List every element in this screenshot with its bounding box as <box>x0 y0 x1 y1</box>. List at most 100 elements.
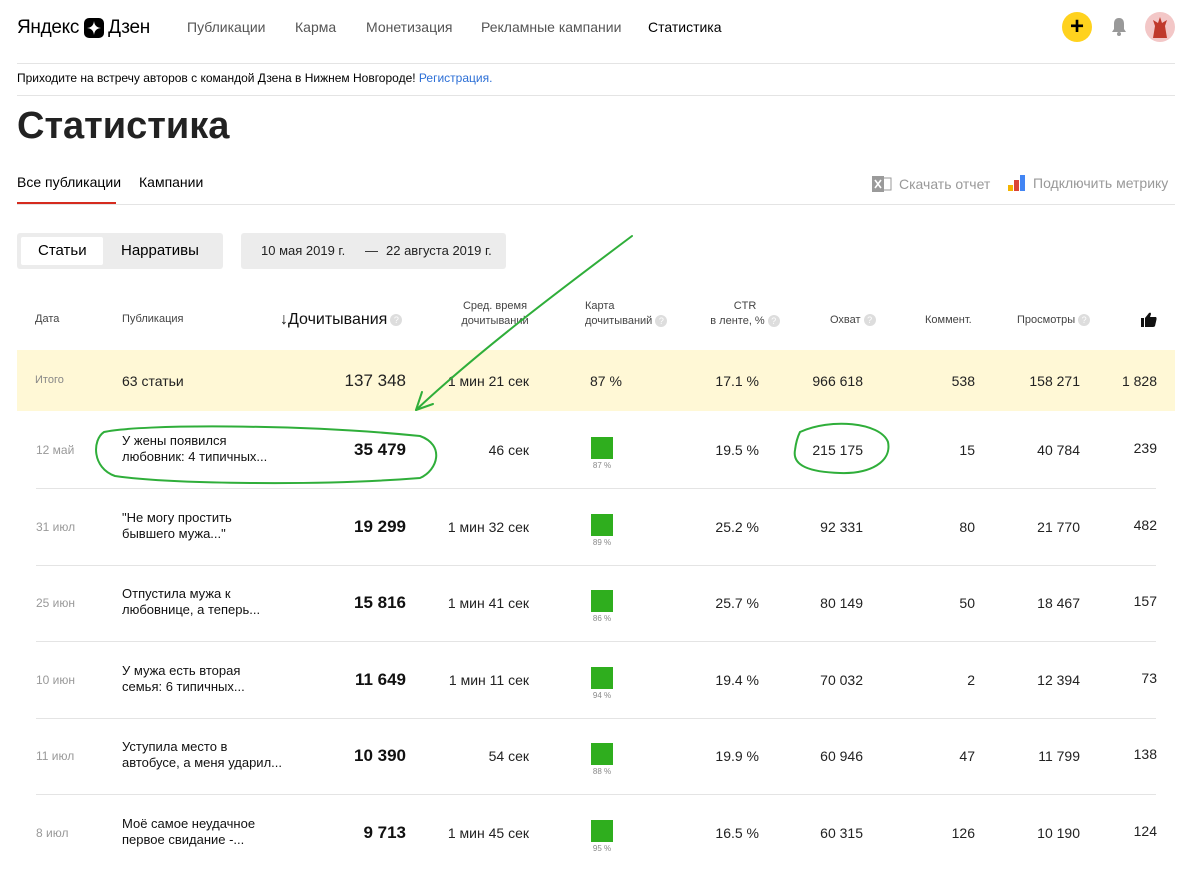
col-avg-time[interactable]: Сред. время дочитываний <box>450 299 540 329</box>
row-avg-time: 1 мин 11 сек <box>448 672 529 688</box>
total-publications: 63 статьи <box>122 373 184 389</box>
col-date[interactable]: Дата <box>35 312 59 327</box>
read-map-thumbnail[interactable] <box>591 437 613 459</box>
help-icon[interactable]: ? <box>655 315 668 328</box>
user-avatar[interactable] <box>1145 12 1175 42</box>
row-publication[interactable]: "Не могу простить бывшего мужа..." <box>122 510 292 542</box>
banner-register-link[interactable]: Регистрация. <box>419 71 492 85</box>
row-comments: 80 <box>959 519 975 535</box>
row-reach: 70 032 <box>820 672 863 688</box>
help-icon[interactable]: ? <box>863 314 876 327</box>
date-from[interactable]: 10 мая 2019 г. <box>261 243 345 258</box>
row-avg-time: 54 сек <box>488 748 529 764</box>
row-read-map-percent: 86 % <box>592 614 612 623</box>
banner-divider <box>17 95 1175 96</box>
row-reach: 92 331 <box>820 519 863 535</box>
row-views: 40 784 <box>1037 442 1080 458</box>
row-date: 8 июл <box>36 826 69 840</box>
nav-publications[interactable]: Публикации <box>187 19 265 35</box>
nav-statistics[interactable]: Статистика <box>648 19 722 35</box>
tab-all-publications[interactable]: Все публикации <box>17 174 121 190</box>
row-views: 21 770 <box>1037 519 1080 535</box>
col-read-map-line2: дочитываний <box>585 315 653 327</box>
row-publication[interactable]: У жены появился любовник: 4 типичных... <box>122 433 292 465</box>
thumbs-up-icon[interactable] <box>1141 312 1157 332</box>
row-read-map-percent: 88 % <box>592 767 612 776</box>
row-avg-time: 1 мин 41 сек <box>447 595 529 611</box>
row-views: 12 394 <box>1037 672 1080 688</box>
connect-metrika-button[interactable]: Подключить метрику <box>1008 175 1168 191</box>
row-date: 31 июл <box>36 520 76 534</box>
help-icon[interactable]: ? <box>390 313 403 326</box>
row-views: 11 799 <box>1038 748 1080 764</box>
row-publication-line1: Отпустила мужа к <box>122 586 231 601</box>
help-icon[interactable]: ? <box>1078 314 1091 327</box>
row-ctr: 25.2 % <box>715 519 759 535</box>
read-map-thumbnail[interactable] <box>591 820 613 842</box>
row-publication[interactable]: Моё самое неудачное первое свидание -... <box>122 816 292 848</box>
row-reads: 35 479 <box>354 440 406 459</box>
create-plus-button[interactable]: + <box>1062 12 1092 42</box>
download-report-label: Скачать отчет <box>899 176 991 192</box>
row-read-map-percent: 89 % <box>592 538 612 547</box>
row-reads: 11 649 <box>354 670 406 689</box>
nav-monetization[interactable]: Монетизация <box>366 19 453 35</box>
segment-articles[interactable]: Статьи <box>38 242 87 259</box>
total-comments: 538 <box>951 373 975 389</box>
logo-dzen-text: Дзен <box>108 17 150 38</box>
total-read-map: 87 % <box>590 373 622 389</box>
row-date: 25 июн <box>36 596 76 610</box>
row-publication[interactable]: Уступила место в автобусе, а меня ударил.… <box>122 739 292 771</box>
row-publication-line2: любовник: 4 типичных... <box>122 449 268 464</box>
col-ctr[interactable]: CTR в ленте, %? <box>700 299 790 329</box>
row-publication-line2: бывшего мужа..." <box>122 526 226 541</box>
col-reads[interactable]: ↓Дочитывания? <box>280 311 403 329</box>
row-reads: 19 299 <box>354 517 406 536</box>
help-icon[interactable]: ? <box>767 315 780 328</box>
row-reach: 80 149 <box>820 595 863 611</box>
col-views[interactable]: Просмотры? <box>1017 313 1091 328</box>
tab-campaigns[interactable]: Кампании <box>139 174 203 190</box>
row-likes: 157 <box>1133 593 1157 609</box>
row-publication-line1: Моё самое неудачное <box>122 816 256 831</box>
read-map-thumbnail[interactable] <box>591 514 613 536</box>
read-map-thumbnail[interactable] <box>591 743 613 765</box>
row-ctr: 19.4 % <box>715 672 759 688</box>
row-read-map-percent: 95 % <box>592 844 612 853</box>
row-publication[interactable]: Отпустила мужа к любовнице, а теперь... <box>122 586 292 618</box>
nav-ad-campaigns[interactable]: Рекламные кампании <box>481 19 621 35</box>
notifications-bell-icon[interactable] <box>1110 17 1128 37</box>
announcement-banner: Приходите на встречу авторов с командой … <box>17 71 492 85</box>
col-comments[interactable]: Коммент. <box>925 313 972 328</box>
row-publication-line2: семья: 6 типичных... <box>122 679 245 694</box>
excel-icon <box>872 176 892 192</box>
col-read-map[interactable]: Карта дочитываний? <box>585 299 668 329</box>
row-publication[interactable]: У мужа есть вторая семья: 6 типичных... <box>122 663 292 695</box>
download-report-button[interactable]: Скачать отчет <box>872 175 990 193</box>
row-reach: 60 315 <box>820 825 863 841</box>
col-reach[interactable]: Охват? <box>830 313 876 328</box>
total-reads: 137 348 <box>344 371 406 390</box>
dzen-star-icon <box>84 18 105 38</box>
header-divider <box>17 63 1175 64</box>
total-label: Итого <box>35 374 64 386</box>
row-reach: 215 175 <box>812 442 863 458</box>
nav-karma[interactable]: Карма <box>295 19 336 35</box>
yandex-dzen-logo[interactable]: Яндекс Дзен <box>17 13 150 43</box>
segment-narratives[interactable]: Нарративы <box>121 242 199 259</box>
row-ctr: 19.5 % <box>715 442 759 458</box>
read-map-thumbnail[interactable] <box>591 667 613 689</box>
row-avg-time: 46 сек <box>488 442 529 458</box>
date-to[interactable]: 22 августа 2019 г. <box>386 243 492 258</box>
row-read-map-percent: 94 % <box>592 691 612 700</box>
row-publication-line1: "Не могу простить <box>122 510 232 525</box>
row-publication-line1: У мужа есть вторая <box>122 663 241 678</box>
logo-yandex-text: Яндекс <box>17 17 80 38</box>
row-views: 18 467 <box>1037 595 1080 611</box>
metrika-icon <box>1008 175 1025 191</box>
col-publication[interactable]: Публикация <box>122 312 183 327</box>
row-publication-line1: У жены появился <box>122 433 227 448</box>
col-avg-time-line2: дочитываний <box>461 315 529 327</box>
row-date: 10 июн <box>36 673 76 687</box>
read-map-thumbnail[interactable] <box>591 590 613 612</box>
